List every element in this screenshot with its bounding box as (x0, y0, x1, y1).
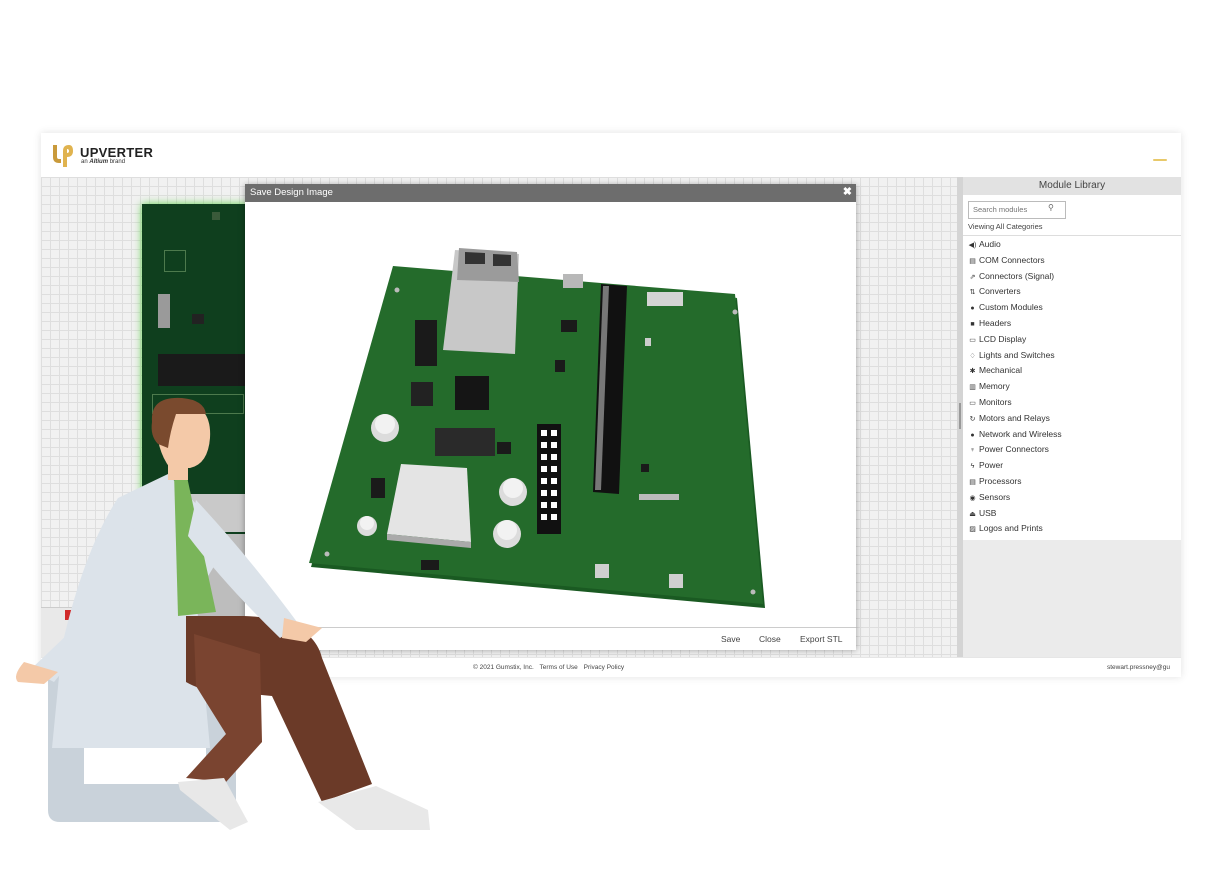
upverter-logo-icon[interactable] (51, 141, 75, 169)
plug-icon: ♆ (969, 447, 976, 455)
category-item[interactable]: ▥ Memory (963, 379, 1181, 395)
category-item[interactable]: ⇅ Converters (963, 284, 1181, 300)
footer-links: © 2021 Gumstix, Inc. Terms of Use Privac… (473, 664, 628, 671)
close-button[interactable]: Close (759, 634, 781, 644)
category-item[interactable]: ♆ Power Connectors (963, 442, 1181, 458)
splitter-grip-icon[interactable] (959, 403, 961, 429)
monitor-icon: ▭ (969, 399, 976, 407)
category-label: Mechanical (979, 365, 1022, 376)
category-item[interactable]: ■ Headers (963, 316, 1181, 332)
category-label: Memory (979, 381, 1010, 392)
category-label: Custom Modules (979, 302, 1043, 313)
category-item[interactable]: ◀) Audio (963, 237, 1181, 253)
brand-suffix: brand (109, 159, 126, 165)
category-item[interactable]: ϟ Power (963, 458, 1181, 474)
category-label: Sensors (979, 491, 1011, 502)
category-item[interactable]: ▭ LCD Display (963, 332, 1181, 348)
category-item[interactable]: ● Network and Wireless (963, 427, 1181, 443)
brand-tagline: an Altium brand (81, 159, 125, 165)
category-item[interactable]: ▭ Monitors (963, 395, 1181, 411)
usb-icon: ⏏ (969, 510, 976, 518)
processor-icon: ▤ (969, 478, 976, 486)
category-label: Network and Wireless (979, 428, 1062, 439)
category-label: Power (979, 460, 1004, 471)
category-filter-label: Viewing All Categories (968, 222, 1043, 231)
speaker-icon: ◀) (968, 242, 977, 249)
category-label: Audio (979, 239, 1001, 249)
lcd-icon: ▭ (969, 336, 976, 344)
category-label: Power Connectors (979, 444, 1049, 455)
dialog-title: Save Design Image (250, 187, 333, 198)
user-email[interactable]: stewart.pressney@gu (1107, 664, 1181, 671)
lightning-icon: ϟ (970, 463, 975, 471)
person-illustration (16, 397, 430, 830)
category-label: COM Connectors (979, 254, 1045, 265)
user-menu-icon[interactable] (1153, 159, 1167, 161)
converter-icon: ⇅ (969, 289, 976, 297)
category-label: LCD Display (979, 333, 1027, 344)
terms-link[interactable]: Terms of Use (540, 664, 578, 671)
image-icon: ▨ (969, 526, 976, 534)
globe-icon: ● (970, 431, 975, 439)
category-label: Processors (979, 475, 1022, 486)
brand-name: UPVERTER (80, 145, 154, 160)
top-bar: UPVERTER an Altium brand (41, 133, 1181, 178)
module-library-panel: Module Library ⚲ Viewing All Categories … (963, 177, 1181, 657)
category-label: Monitors (979, 396, 1012, 407)
brand-company: Altium (89, 159, 109, 165)
search-icon[interactable]: ⚲ (1048, 203, 1054, 212)
category-label: Logos and Prints (979, 523, 1043, 534)
export-stl-button[interactable]: Export STL (800, 634, 843, 644)
gear-icon: ✱ (969, 368, 976, 376)
signal-connector-icon: ⇗ (969, 273, 976, 281)
category-item[interactable]: ↻ Motors and Relays (963, 411, 1181, 427)
lightbulb-icon: ♢ (969, 352, 976, 360)
category-item[interactable]: ⏏ USB (963, 506, 1181, 522)
category-item[interactable]: ▤ Processors (963, 474, 1181, 490)
module-library-title: Module Library (963, 177, 1181, 195)
category-label: Lights and Switches (979, 349, 1055, 360)
brand-prefix: an (81, 159, 88, 165)
category-item[interactable]: ▨ Logos and Prints (963, 521, 1181, 537)
category-label: Motors and Relays (979, 412, 1050, 423)
category-item[interactable]: ● Custom Modules (963, 300, 1181, 316)
category-label: Converters (979, 286, 1021, 297)
privacy-link[interactable]: Privacy Policy (584, 664, 624, 671)
save-button[interactable]: Save (721, 634, 740, 644)
motor-icon: ↻ (969, 415, 976, 423)
category-list: ◀) Audio ▤ COM Connectors ⇗ Connectors (Signa… (963, 236, 1181, 541)
close-icon[interactable]: ✖ (843, 185, 852, 198)
category-label: Connectors (Signal) (979, 270, 1055, 281)
custom-module-icon: ● (970, 305, 975, 313)
category-item[interactable]: ◉ Sensors (963, 490, 1181, 506)
category-item[interactable]: ✱ Mechanical (963, 363, 1181, 379)
header-icon: ■ (970, 320, 975, 328)
category-label: Headers (979, 317, 1012, 328)
module-search-area: ⚲ Viewing All Categories (963, 195, 1181, 236)
com-connector-icon: ▤ (969, 257, 976, 265)
sensor-icon: ◉ (969, 494, 976, 502)
dialog-header: Save Design Image ✖ (245, 184, 856, 202)
category-item[interactable]: ⇗ Connectors (Signal) (963, 269, 1181, 285)
copyright-text: © 2021 Gumstix, Inc. (473, 664, 534, 671)
category-label: USB (979, 507, 997, 518)
category-item[interactable]: ♢ Lights and Switches (963, 348, 1181, 364)
category-item[interactable]: ▤ COM Connectors (963, 253, 1181, 269)
memory-icon: ▥ (969, 384, 976, 392)
